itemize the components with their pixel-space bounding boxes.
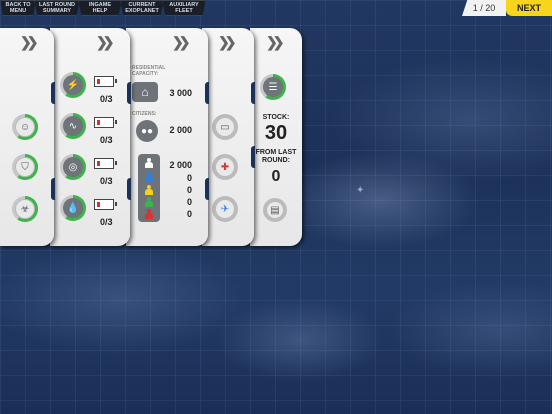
panel-notch	[51, 178, 55, 200]
water-ring[interactable]: 💧	[60, 195, 86, 221]
last-round-summary-button[interactable]: LAST ROUND SUMMARY	[34, 0, 80, 16]
chevron-right-icon[interactable]: ❯❯	[218, 34, 237, 51]
residential-capacity-label: RESIDENTIAL CAPACITY:	[132, 65, 166, 77]
battery-icon	[94, 76, 117, 87]
planet-icon: ◎	[63, 157, 83, 177]
panel-notch	[205, 82, 209, 104]
bio-icon: ☣	[15, 199, 35, 219]
residential-capacity-value: 3 000	[169, 88, 192, 98]
battery-icon	[94, 158, 117, 169]
panel-notch	[205, 178, 209, 200]
person-white-icon	[145, 158, 153, 168]
factory-icon: ▭	[215, 117, 235, 137]
emblem-icon: ✈	[215, 199, 235, 219]
from-last-round-value: 0	[271, 168, 281, 185]
fleet-marker[interactable]: ✦	[356, 185, 396, 205]
chevron-right-icon[interactable]: ❯❯	[266, 34, 285, 51]
group-value-blue: 0	[186, 173, 192, 183]
panel-notch	[251, 82, 255, 104]
panel-notch	[251, 146, 255, 168]
happiness-ring[interactable]: ☺	[12, 114, 38, 140]
stock-value: 30	[264, 122, 288, 144]
buildings-panel: ❯❯ ▭ ✚ ✈	[202, 28, 255, 246]
stock-panel: ❯❯ ☰ STOCK: 30 FROM LAST ROUND: 0 ▤	[250, 28, 302, 246]
water-value: 0/3	[100, 217, 113, 227]
person-red-icon	[145, 209, 153, 219]
medical-icon: ✚	[215, 157, 235, 177]
last-round-summary-label: LAST ROUND SUMMARY	[38, 2, 76, 14]
panel-notch	[127, 178, 131, 200]
ingame-help-label: INGAME HELP	[89, 2, 111, 14]
water-icon: 💧	[63, 198, 83, 218]
round-counter: 1 / 20	[462, 0, 506, 16]
pulse-icon: ∿	[63, 116, 83, 136]
citizens-icon: ●●	[136, 120, 158, 142]
panel-notch	[127, 82, 131, 104]
panel-notch	[51, 82, 55, 104]
person-green-icon	[145, 197, 153, 207]
person-blue-icon	[145, 172, 153, 182]
back-to-menu-label: BACK TO MENU	[5, 2, 31, 14]
battery-icon	[94, 117, 117, 128]
security-ring[interactable]: ⛉	[12, 154, 38, 180]
menu-lines-icon: ☰	[263, 77, 283, 97]
next-button[interactable]: NEXT	[506, 0, 552, 16]
current-exoplanet-button[interactable]: CURRENT EXOPLANET	[120, 0, 164, 16]
auxiliary-fleet-button[interactable]: AUXILIARY FLEET	[162, 0, 206, 16]
stock-ring[interactable]: ☰	[260, 74, 286, 100]
ingame-help-button[interactable]: INGAME HELP	[78, 0, 122, 16]
citizens-value: 2 000	[169, 125, 192, 135]
battery-icon	[94, 199, 117, 210]
stock-label: STOCK:	[262, 114, 290, 121]
bio-ring[interactable]: ☣	[12, 196, 38, 222]
pulse-value: 0/3	[100, 135, 113, 145]
planet-ring[interactable]: ◎	[60, 154, 86, 180]
storage-button[interactable]: ▤	[263, 198, 287, 222]
house-icon: ⌂	[132, 82, 158, 102]
top-menu-bar: BACK TO MENU LAST ROUND SUMMARY INGAME H…	[0, 0, 206, 18]
storage-icon: ▤	[266, 201, 284, 219]
auxiliary-fleet-label: AUXILIARY FLEET	[169, 2, 199, 14]
from-last-round-label: FROM LAST ROUND:	[255, 149, 297, 164]
back-to-menu-button[interactable]: BACK TO MENU	[0, 0, 36, 16]
group-value-yellow: 0	[186, 185, 192, 195]
chevron-right-icon[interactable]: ❯❯	[96, 34, 115, 51]
person-yellow-icon	[145, 185, 153, 195]
pulse-ring[interactable]: ∿	[60, 113, 86, 139]
energy-icon: ⚡	[63, 75, 83, 95]
shield-icon: ⛉	[15, 157, 35, 177]
population-panel: ❯❯ RESIDENTIAL CAPACITY: ⌂ 3 000 CITIZEN…	[126, 28, 209, 246]
group-value-white: 2 000	[169, 160, 192, 170]
factory-building-button[interactable]: ▭	[212, 114, 238, 140]
resources-panel: ❯❯ ⚡ 0/3 ∿ 0/3 ◎ 0/3 💧 0/3	[50, 28, 131, 246]
chevron-right-icon[interactable]: ❯❯	[20, 34, 39, 51]
smiley-icon: ☺	[15, 117, 35, 137]
energy-ring[interactable]: ⚡	[60, 72, 86, 98]
planet-value: 0/3	[100, 176, 113, 186]
current-exoplanet-label: CURRENT EXOPLANET	[125, 2, 159, 14]
chevron-right-icon[interactable]: ❯❯	[172, 34, 191, 51]
group-value-green: 0	[186, 197, 192, 207]
happiness-panel: ❯❯ ☺ ⛉ ☣	[0, 28, 55, 246]
energy-value: 0/3	[100, 94, 113, 104]
medical-building-button[interactable]: ✚	[212, 154, 238, 180]
emblem-building-button[interactable]: ✈	[212, 196, 238, 222]
citizens-label: CITIZENS:	[132, 111, 157, 117]
group-value-red: 0	[186, 209, 192, 219]
population-groups-box	[138, 154, 160, 222]
